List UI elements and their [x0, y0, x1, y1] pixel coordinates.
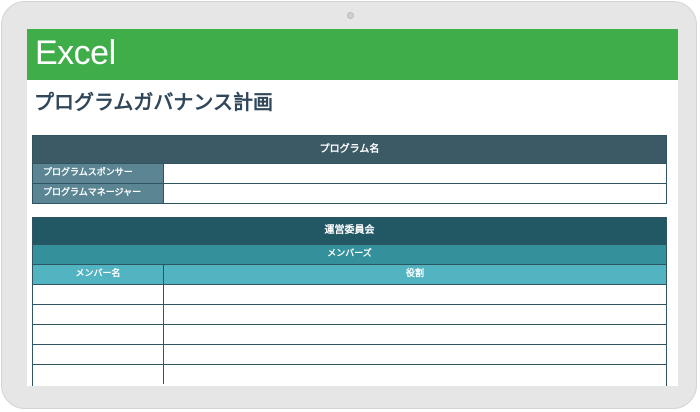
camera-icon [347, 12, 354, 19]
app-title: Excel [35, 34, 116, 72]
program-manager-label: プログラムマネージャー [33, 184, 164, 203]
table-row [33, 364, 666, 384]
member-role-cell[interactable] [164, 365, 666, 384]
table-row [33, 324, 666, 344]
program-name-header: プログラム名 [33, 136, 666, 163]
member-name-cell[interactable] [33, 365, 164, 384]
table-row: プログラムスポンサー [33, 163, 666, 183]
table-row: プログラムマネージャー [33, 183, 666, 203]
members-subheader: メンバーズ [33, 244, 666, 264]
member-role-cell[interactable] [164, 305, 666, 324]
table-row [33, 304, 666, 324]
member-name-cell[interactable] [33, 325, 164, 344]
member-name-cell[interactable] [33, 285, 164, 304]
member-name-cell[interactable] [33, 305, 164, 324]
steering-committee-table: 運営委員会 メンバーズ メンバー名 役割 [32, 217, 667, 386]
column-header-member-name: メンバー名 [33, 265, 164, 284]
page-title: プログラムガバナンス計画 [34, 90, 273, 114]
table-row [33, 344, 666, 364]
program-sponsor-label: プログラムスポンサー [33, 164, 164, 183]
column-headers: メンバー名 役割 [33, 264, 666, 284]
column-header-role: 役割 [405, 269, 424, 279]
member-role-cell[interactable] [164, 345, 666, 364]
program-manager-cell[interactable] [164, 184, 666, 203]
program-sponsor-cell[interactable] [164, 164, 666, 183]
member-name-cell[interactable] [33, 345, 164, 364]
program-table: プログラム名 プログラムスポンサー プログラムマネージャー [32, 135, 667, 204]
member-role-cell[interactable] [164, 285, 666, 304]
app-banner: Excel [27, 29, 678, 80]
screen: Excel プログラムガバナンス計画 プログラム名 プログラムスポンサー プログ… [27, 29, 678, 386]
device-frame: Excel プログラムガバナンス計画 プログラム名 プログラムスポンサー プログ… [1, 1, 697, 409]
steering-committee-header: 運営委員会 [33, 218, 666, 244]
table-row [33, 284, 666, 304]
member-role-cell[interactable] [164, 325, 666, 344]
